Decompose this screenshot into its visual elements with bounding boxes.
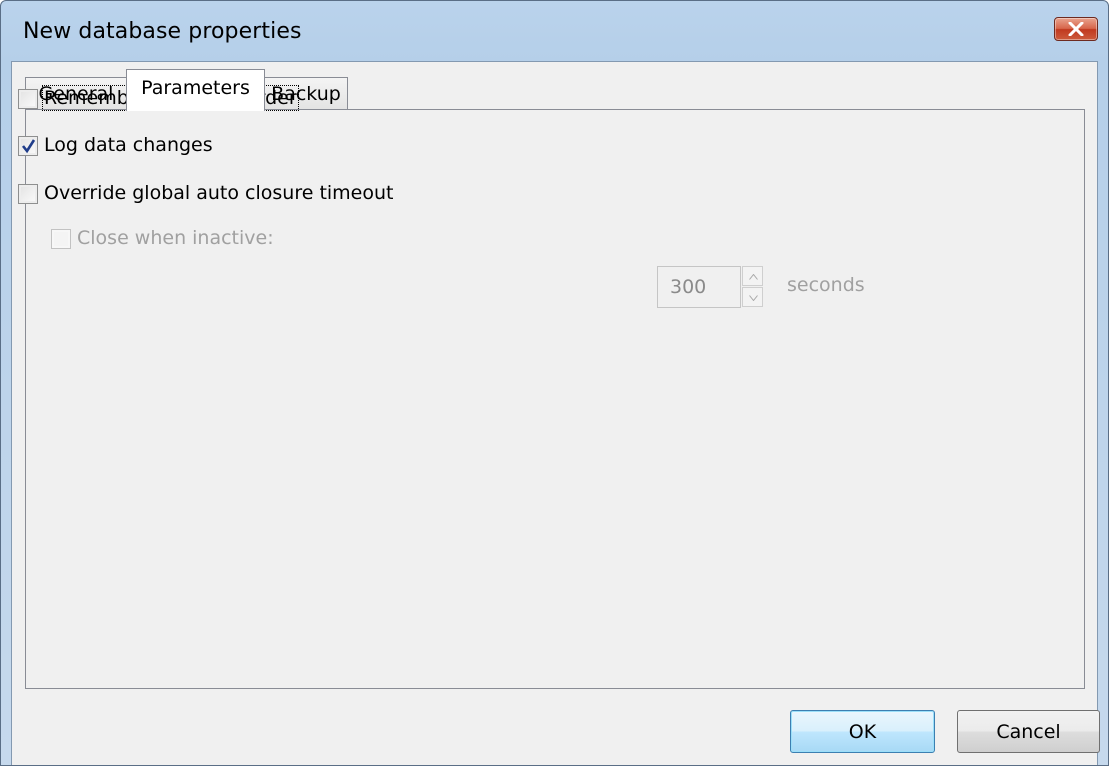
spin-down-button (742, 287, 763, 307)
checkmark-icon (21, 139, 36, 154)
arrow-down-icon (749, 295, 758, 301)
log-changes-label[interactable]: Log data changes (44, 134, 213, 156)
timeout-unit-label: seconds (787, 274, 865, 296)
timeout-spinner (742, 266, 763, 308)
tab-parameters-label: Parameters (141, 77, 250, 99)
tab-parameters[interactable]: Parameters (126, 69, 265, 111)
close-inactive-label: Close when inactive: (77, 227, 274, 249)
timeout-seconds-input (657, 266, 741, 308)
close-x-icon (1068, 22, 1084, 36)
cancel-button[interactable]: Cancel (957, 710, 1100, 753)
log-changes-checkbox[interactable] (18, 136, 38, 156)
spin-up-button (742, 266, 763, 286)
window-title: New database properties (23, 19, 302, 44)
override-timeout-checkbox[interactable] (18, 184, 38, 204)
close-inactive-checkbox (51, 229, 71, 249)
arrow-up-icon (749, 274, 758, 280)
dialog-body: General Parameters Backup (11, 61, 1098, 765)
override-timeout-label[interactable]: Override global auto closure timeout (44, 182, 394, 204)
remember-sort-checkbox[interactable] (18, 89, 38, 109)
close-button[interactable] (1054, 17, 1098, 41)
dialog-window: New database properties General Paramete… (0, 0, 1109, 766)
title-bar[interactable]: New database properties (1, 1, 1108, 61)
ok-button[interactable]: OK (790, 710, 935, 753)
